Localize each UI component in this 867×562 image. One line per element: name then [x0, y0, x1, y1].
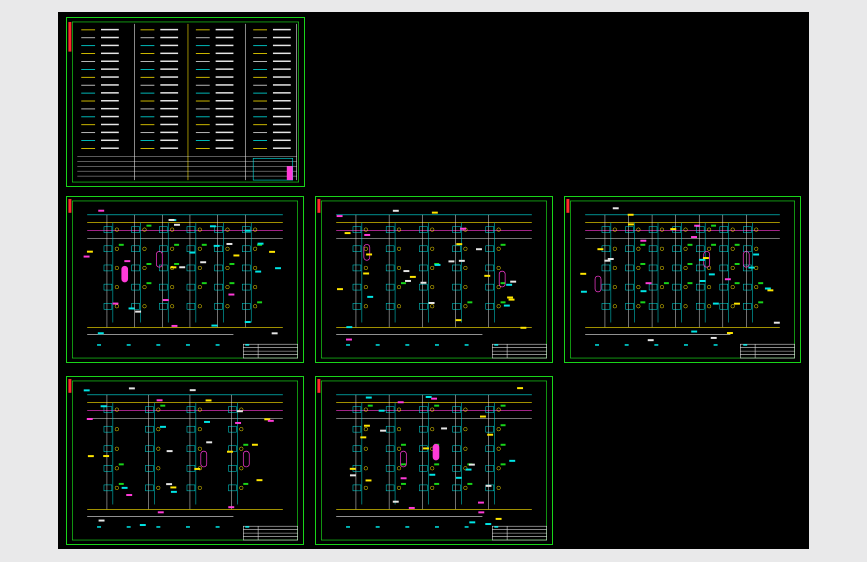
pid-sheet-4[interactable]	[66, 376, 304, 545]
drawing-canvas[interactable]	[58, 12, 809, 549]
pid-drawing-1	[68, 198, 298, 359]
legend-drawing	[68, 21, 299, 183]
pid-sheet-3[interactable]	[564, 196, 801, 363]
pid-drawing-2	[317, 198, 547, 359]
pid-drawing-4	[68, 378, 298, 541]
legend-sheet[interactable]	[66, 17, 305, 187]
pid-sheet-1[interactable]	[66, 196, 304, 363]
pid-sheet-2[interactable]	[315, 196, 553, 363]
pid-drawing-3	[566, 198, 795, 359]
pid-drawing-5	[317, 378, 547, 541]
pid-sheet-5[interactable]	[315, 376, 553, 545]
